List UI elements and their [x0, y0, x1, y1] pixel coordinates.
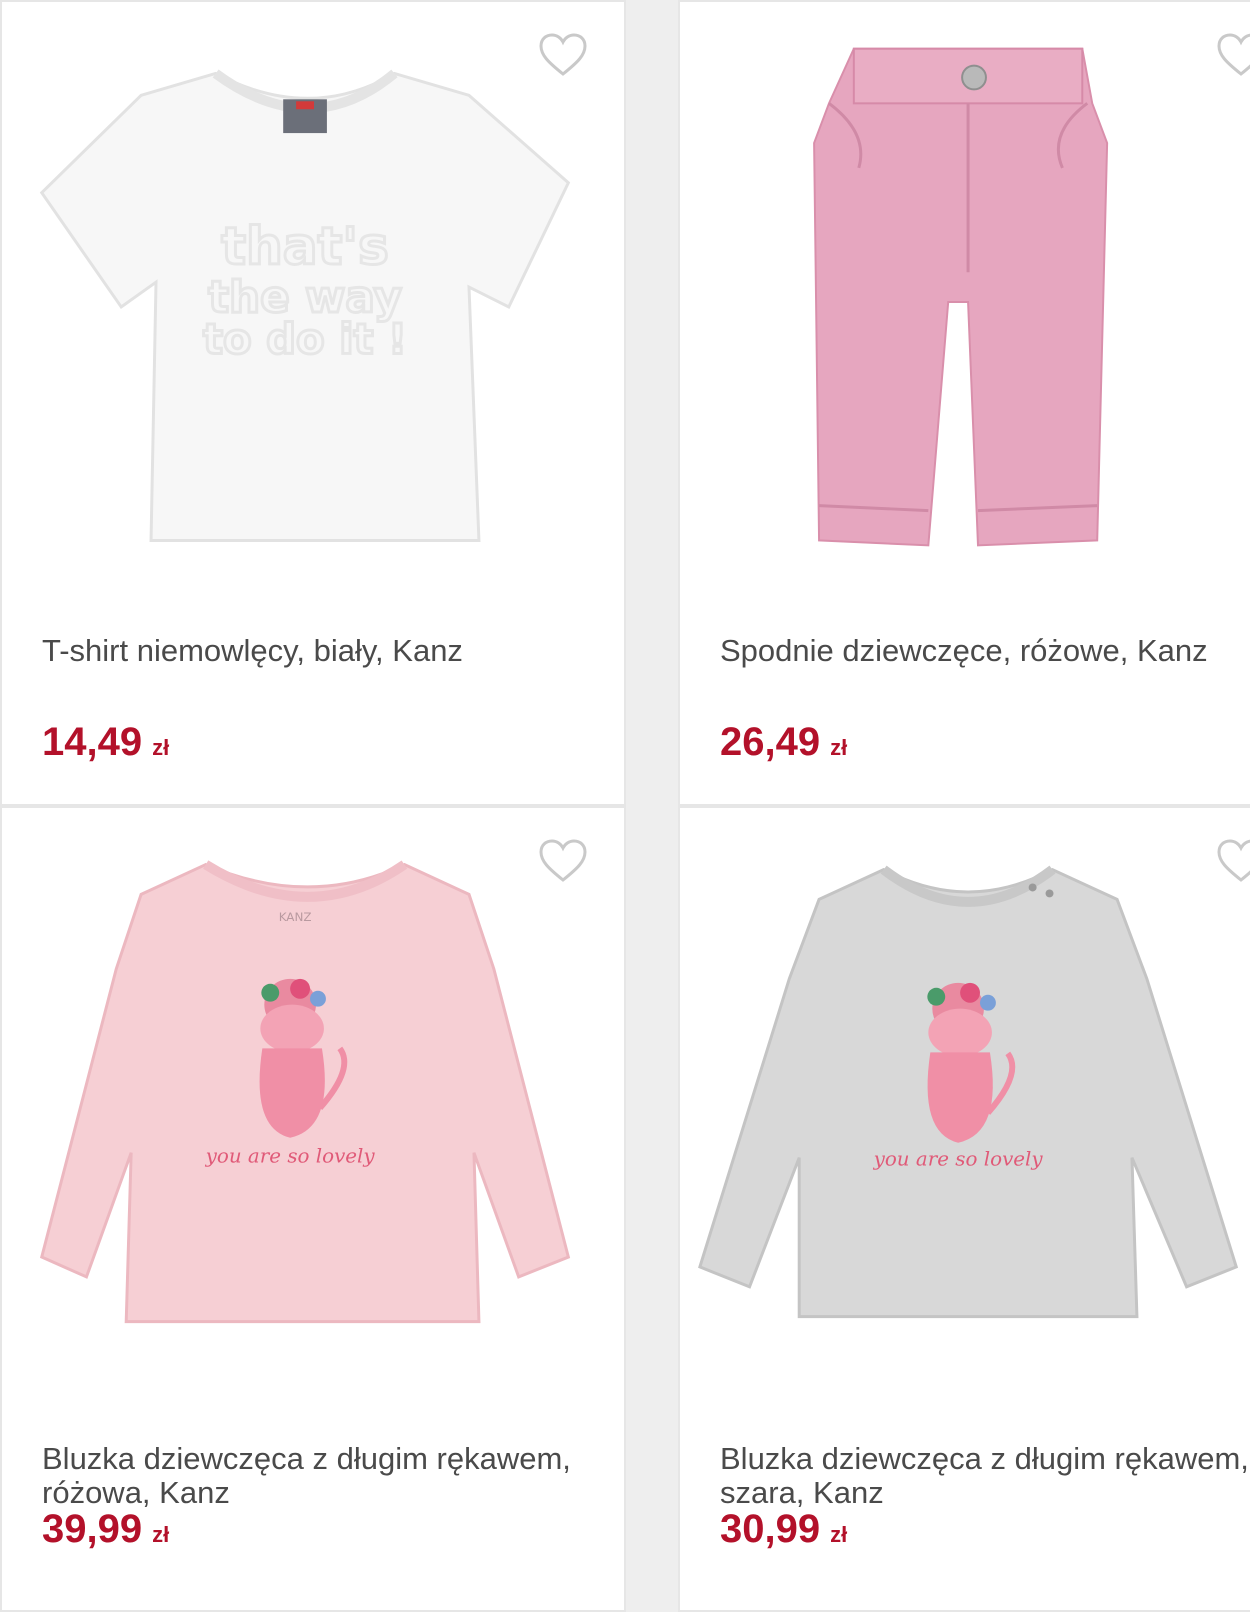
- favorite-heart-icon[interactable]: [538, 32, 588, 78]
- product-price: 39,99 zł: [42, 1507, 169, 1557]
- favorite-heart-icon[interactable]: [1216, 32, 1250, 78]
- product-image-grey-blouse[interactable]: you are so lovely: [680, 808, 1250, 1408]
- favorite-heart-icon[interactable]: [538, 838, 588, 884]
- product-image-pants[interactable]: [680, 2, 1250, 602]
- price-value: 26,49: [720, 720, 821, 764]
- price-currency: zł: [152, 1522, 170, 1547]
- print-line-1: that's: [221, 217, 389, 277]
- product-title[interactable]: T-shirt niemowlęcy, biały, Kanz: [42, 634, 614, 668]
- product-image-pink-blouse[interactable]: KANZ you are so lovely: [2, 808, 624, 1408]
- price-value: 39,99: [42, 1507, 143, 1551]
- product-card[interactable]: KANZ you are so lovely Bluzka dziewczęca…: [0, 806, 626, 1612]
- product-price: 26,49 zł: [720, 720, 847, 770]
- product-grid: that's the way to do it ! T-shirt niemow…: [0, 0, 1250, 1612]
- price-currency: zł: [152, 735, 170, 760]
- price-currency: zł: [830, 735, 848, 760]
- favorite-heart-icon[interactable]: [1216, 838, 1250, 884]
- print-text: you are so lovely: [205, 1145, 376, 1168]
- product-title[interactable]: Bluzka dziewczęca z długim rękawem, szar…: [720, 1442, 1250, 1510]
- product-image-tshirt[interactable]: that's the way to do it !: [2, 2, 624, 602]
- product-price: 14,49 zł: [42, 720, 169, 770]
- price-currency: zł: [830, 1522, 848, 1547]
- collar-label: KANZ: [279, 910, 312, 924]
- product-card[interactable]: you are so lovely Bluzka dziewczęca z dł…: [678, 806, 1250, 1612]
- product-title[interactable]: Spodnie dziewczęce, różowe, Kanz: [720, 634, 1250, 668]
- product-price: 30,99 zł: [720, 1507, 847, 1557]
- print-text: you are so lovely: [873, 1148, 1044, 1171]
- price-value: 30,99: [720, 1507, 821, 1551]
- price-value: 14,49: [42, 720, 143, 764]
- product-card[interactable]: Spodnie dziewczęce, różowe, Kanz 26,49 zł: [678, 0, 1250, 806]
- product-card[interactable]: that's the way to do it ! T-shirt niemow…: [0, 0, 626, 806]
- product-title[interactable]: Bluzka dziewczęca z długim rękawem, różo…: [42, 1442, 614, 1510]
- svg-text:to do it !: to do it !: [203, 315, 407, 364]
